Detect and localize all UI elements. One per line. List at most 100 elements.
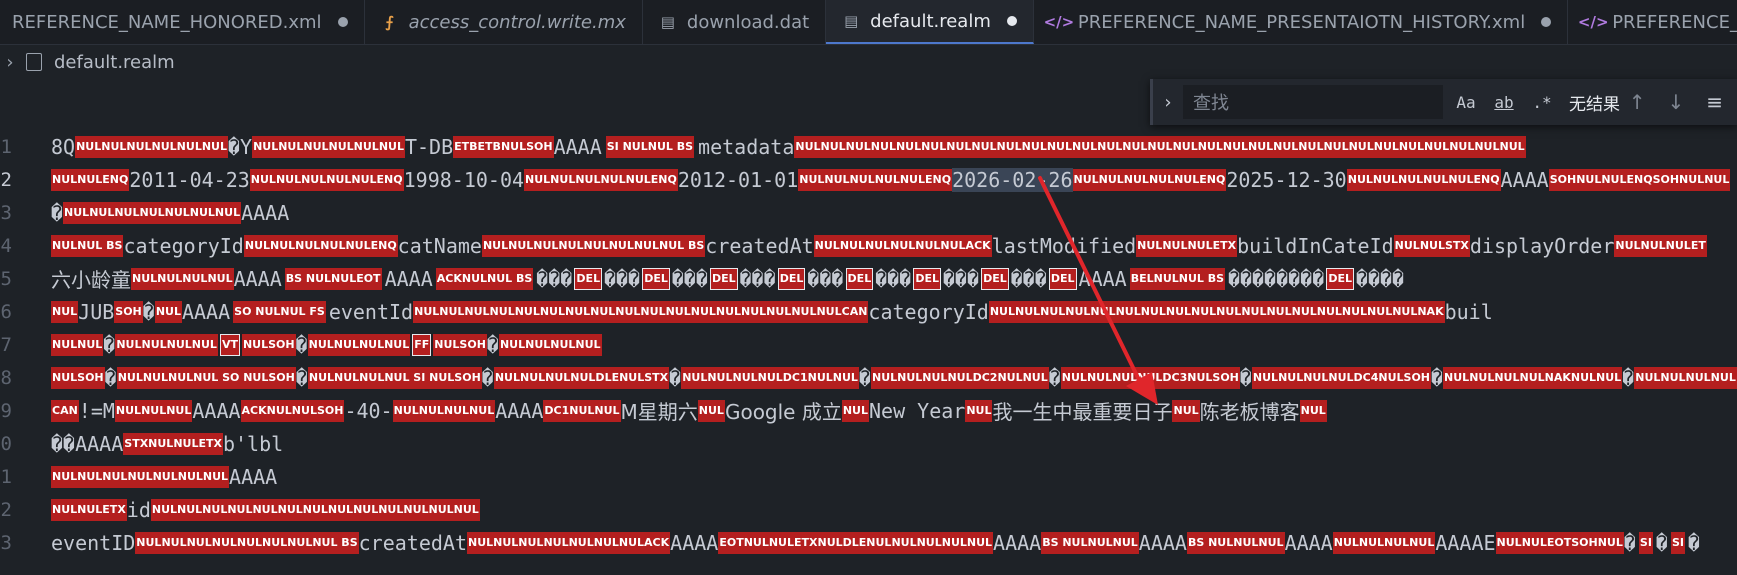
line-content: NULNULENQ 2011-04-23 NULNULNULNULNULENQ 199… bbox=[51, 167, 1731, 192]
code-line: 3 eventID NULNULNULNULNULNULNULNUL BS crea… bbox=[0, 526, 1737, 559]
control-char: CAN bbox=[51, 399, 79, 422]
control-char: NULNULNUL bbox=[114, 399, 193, 422]
control-char: NULNULNULNULNULNULNUL bbox=[51, 465, 230, 488]
code-line: 8 NULSOH � NULNULNULNUL SO NULSOH � NULNULNU… bbox=[0, 361, 1737, 394]
control-char: NULNULNULNULNULNULNULNULNULNULNULNULNUL bbox=[150, 498, 480, 521]
control-char: BS NULNULNUL bbox=[1041, 531, 1139, 554]
control-char: EOTNULNULETXNULDLENULNULNULNULNUL bbox=[718, 531, 994, 554]
tab-default-realm[interactable]: ▤ default.realm bbox=[826, 0, 1034, 44]
line-number: 7 bbox=[0, 333, 12, 356]
regex-button[interactable]: .* bbox=[1527, 93, 1557, 112]
line-number: 1 bbox=[0, 465, 12, 488]
text: createdAt bbox=[705, 233, 814, 258]
text: � bbox=[295, 332, 308, 357]
control-char: NULNULNULNULNAKNULNUL bbox=[1443, 366, 1623, 389]
match-case-button[interactable]: Aa bbox=[1451, 93, 1481, 112]
line-content: 8Q NULNULNULNULNULNUL �Y NULNULNULNULNULNUL… bbox=[51, 135, 1526, 159]
control-char: NULNULNULNULNULNUL bbox=[75, 135, 228, 158]
text: �Y bbox=[227, 134, 253, 159]
line-number: 8 bbox=[0, 366, 12, 389]
arrow-down-icon[interactable]: ↓ bbox=[1667, 90, 1684, 114]
text: AAAA bbox=[1138, 530, 1187, 555]
chevron-right-icon[interactable]: › bbox=[0, 52, 20, 73]
text: eventID bbox=[51, 530, 136, 555]
editor-tabs: REFERENCE_NAME_HONORED.xml ⨍ access_cont… bbox=[0, 0, 1737, 45]
control-char: NULSOH bbox=[433, 333, 487, 356]
text: AAAA bbox=[1500, 167, 1549, 192]
text: metadata bbox=[698, 134, 795, 159]
text: � bbox=[104, 365, 117, 390]
code-line: 6 NUL JUB SOH � NUL AAAA SO NULNUL FS eventId NU… bbox=[0, 295, 1737, 328]
menu-icon[interactable]: ≡ bbox=[1706, 90, 1723, 114]
control-char: SI bbox=[1670, 531, 1685, 554]
text: -40- bbox=[344, 398, 393, 423]
text: ���� bbox=[1356, 266, 1405, 291]
control-char: NULNULETX bbox=[51, 498, 127, 521]
text: � bbox=[1687, 530, 1701, 555]
control-char: DEL bbox=[845, 267, 874, 290]
tab-label: download.dat bbox=[686, 11, 810, 33]
line-number: 0 bbox=[0, 432, 12, 455]
line-number: 2 bbox=[0, 498, 12, 521]
line-content: NULNUL � NULNULNULNUL VT NULSOH � NULNULNULNUL… bbox=[51, 333, 602, 357]
tab-preference[interactable]: </> PREFERENCE_ bbox=[1568, 0, 1737, 44]
text: buil bbox=[1444, 299, 1493, 324]
line-number: 6 bbox=[0, 300, 12, 323]
control-char: ETBETBNULSOH bbox=[453, 135, 554, 158]
tab-presentation-history[interactable]: </> PREFERENCE_NAME_PRESENTAIOTN_HISTORY… bbox=[1034, 0, 1569, 44]
text: � bbox=[51, 200, 64, 225]
tab-label: PREFERENCE_NAME_PRESENTAIOTN_HISTORY.xml bbox=[1077, 11, 1526, 33]
control-char: NULNULNULNULNULENQ bbox=[243, 234, 398, 257]
arrow-up-icon[interactable]: ↑ bbox=[1629, 90, 1646, 114]
control-char: BS NULNULEOT bbox=[284, 267, 382, 290]
line-content: NULNULETX id NULNULNULNULNULNULNULNULNULNU… bbox=[51, 498, 480, 522]
whole-word-button[interactable]: ab bbox=[1489, 93, 1519, 112]
text: lastModified bbox=[991, 233, 1137, 258]
text: AAAA bbox=[192, 398, 241, 423]
control-char: NULNULNULNULDC2NULNUL bbox=[871, 366, 1049, 389]
text: AAAA bbox=[229, 464, 278, 489]
line-number: 3 bbox=[0, 531, 12, 554]
tab-access-control[interactable]: ⨍ access_control.write.mx bbox=[365, 0, 643, 44]
tab-reference-name-honored[interactable]: REFERENCE_NAME_HONORED.xml bbox=[0, 0, 365, 44]
text: AAAA bbox=[495, 398, 544, 423]
breadcrumb: › default.realm bbox=[0, 45, 1737, 79]
text: categoryId bbox=[123, 233, 244, 258]
code-editor[interactable]: 1 8Q NULNULNULNULNULNUL �Y NULNULNULNULNULN… bbox=[0, 130, 1737, 575]
modified-dot-icon bbox=[337, 17, 348, 27]
xml-icon: </> bbox=[1577, 13, 1609, 31]
text: � bbox=[103, 332, 116, 357]
line-content: CAN !=M NULNULNUL AAAA ACKNULNULSOH -40- NULNU… bbox=[51, 396, 1327, 425]
text: ��� bbox=[604, 266, 641, 291]
control-char: DEL bbox=[709, 267, 738, 290]
find-result: 无结果 bbox=[1569, 94, 1620, 115]
text: M星期六 bbox=[620, 400, 698, 424]
text: � bbox=[486, 332, 499, 357]
text: �� bbox=[51, 431, 76, 456]
control-char: NULNULNULNULNULNULNULNULNULNULNULNULNULN… bbox=[988, 300, 1445, 323]
text: ��� bbox=[807, 266, 844, 291]
text: displayOrder bbox=[1469, 233, 1615, 258]
control-char: NUL bbox=[1172, 399, 1200, 422]
control-char: NULNULNULNULNULENQ bbox=[1072, 168, 1227, 191]
find-input[interactable]: 查找 bbox=[1183, 85, 1443, 119]
tab-label: PREFERENCE_ bbox=[1612, 11, 1737, 33]
text: ��� bbox=[1010, 266, 1047, 291]
find-nav: ↑ ↓ ≡ bbox=[1629, 90, 1737, 114]
text: � bbox=[1239, 365, 1252, 390]
control-char: DEL bbox=[913, 267, 941, 290]
breadcrumb-file[interactable]: default.realm bbox=[54, 52, 175, 73]
control-char: NULNULNULNUL bbox=[392, 399, 496, 422]
line-content: NULSOH � NULNULNULNUL SO NULSOH � NULNULNULN… bbox=[51, 366, 1737, 390]
modified-dot-icon bbox=[1006, 16, 1017, 26]
tab-download-dat[interactable]: ▤ download.dat bbox=[643, 0, 827, 44]
line-number: 3 bbox=[0, 201, 12, 224]
text: ��� bbox=[739, 266, 776, 291]
line-number: 1 bbox=[0, 135, 12, 158]
line-number: 5 bbox=[0, 267, 12, 290]
text: AAAAE bbox=[1435, 530, 1496, 555]
chevron-right-icon[interactable]: › bbox=[1153, 92, 1183, 113]
text: ��� bbox=[536, 266, 573, 291]
code-line: 2 NULNULETX id NULNULNULNULNULNULNULNULNUL… bbox=[0, 493, 1737, 526]
control-char: DEL bbox=[981, 267, 1009, 290]
